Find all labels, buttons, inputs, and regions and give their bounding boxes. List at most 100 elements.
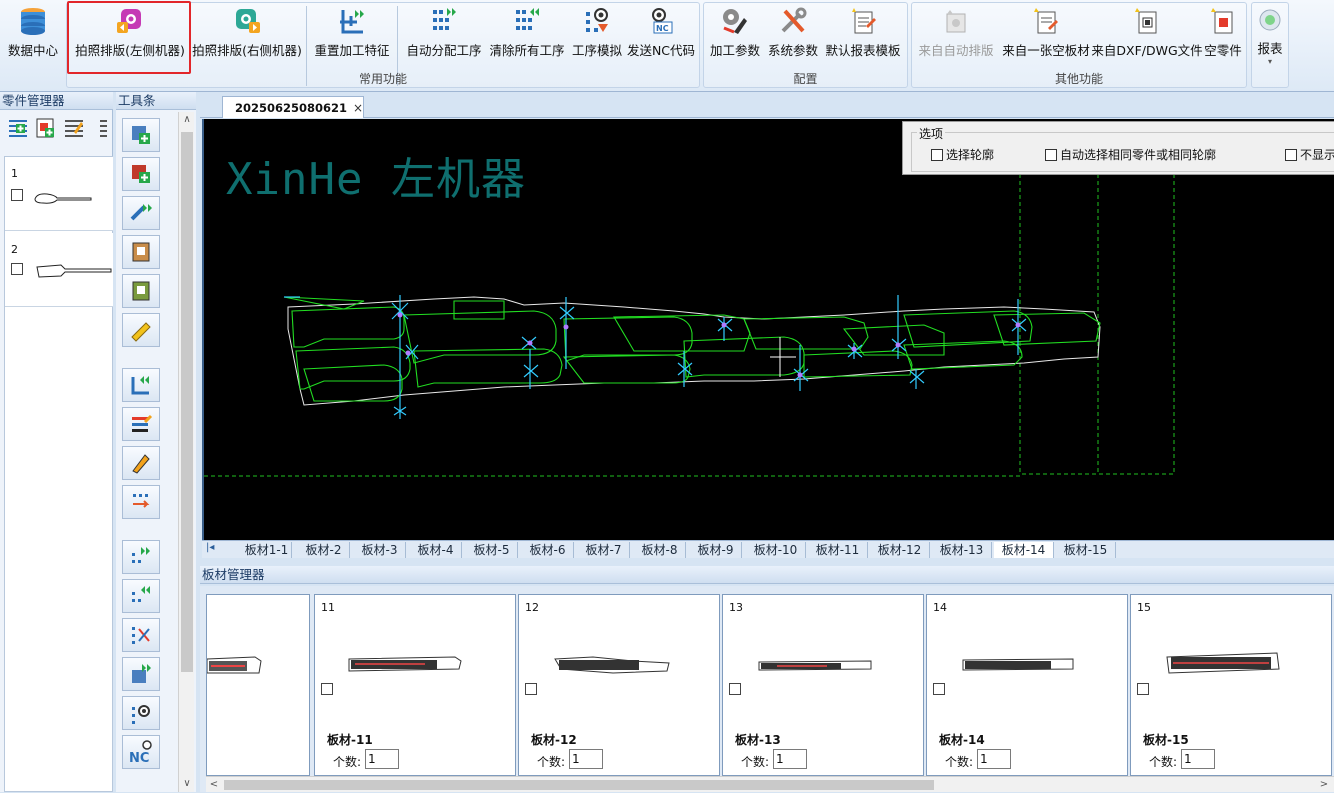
photo-nest-left-button[interactable]: 拍照排版(左侧机器) [72,4,188,66]
sheet-tab[interactable]: 板材-12 [870,542,930,558]
document-tab[interactable]: 20250625080621 × [222,96,364,118]
send-nc-button[interactable]: NC 发送NC代码 [626,4,696,66]
process-params-button[interactable]: 加工参数 [707,4,763,66]
list-part-icon[interactable] [90,115,113,141]
sheet-tab[interactable]: 板材-6 [522,542,574,558]
auto-assign-button[interactable]: 自动分配工序 [403,4,485,66]
clear-process-button[interactable]: 清除所有工序 [486,4,568,66]
sheet-forward-icon [132,664,151,683]
sheet-tab[interactable]: 板材-3 [354,542,406,558]
hide-checkbox[interactable] [1285,148,1297,161]
scroll-left-icon[interactable]: < [206,777,222,793]
auto-path-tool-button[interactable] [122,196,160,230]
sheet-card[interactable]: 15 板材-15 个数: 1 [1130,594,1332,776]
qty-input[interactable]: 1 [1181,749,1215,769]
simulate-tool-button[interactable] [122,696,160,730]
part-outline-tool-button[interactable] [122,274,160,308]
sheet-thumbnail [1166,652,1280,674]
sheet-card-checkbox[interactable] [729,683,741,695]
add-part-icon[interactable] [6,115,30,141]
measure-tool-button[interactable] [122,313,160,347]
from-empty-sheet-button[interactable]: 来自一张空板材 [999,4,1093,66]
nesting-canvas[interactable]: XinHe 左机器 选项 选择轮廓 自动选择相同零件或相同轮廓 不显示 [202,119,1334,540]
qty-input[interactable]: 1 [365,749,399,769]
select-contour-option[interactable]: 选择轮廓 [931,146,994,163]
simulate-tool-icon [132,705,150,724]
sheet-tab[interactable]: 板材1-1 [242,542,292,558]
part-checkbox[interactable] [11,263,23,275]
auto-select-same-option[interactable]: 自动选择相同零件或相同轮廓 [1045,146,1216,163]
group-label-common: 常用功能 [358,72,407,86]
export-tool-button[interactable] [122,485,160,519]
add-sheet-tool-button[interactable] [122,118,160,152]
scroll-down-icon[interactable]: ∨ [179,776,195,792]
sheet-tab[interactable]: 板材-7 [578,542,630,558]
empty-part-button[interactable]: 空零件 [1201,4,1245,66]
color-layer-tool-button[interactable] [122,407,160,441]
part-detail-tool-button[interactable] [122,235,160,269]
sheet-tab[interactable]: 板材-11 [808,542,868,558]
scroll-up-icon[interactable]: ∧ [179,112,195,128]
sheet-forward-tool-button[interactable] [122,657,160,691]
report-button[interactable]: 报表 ▾ [1252,4,1288,66]
sheet-card-checkbox[interactable] [321,683,333,695]
from-auto-nest-button[interactable]: 来自自动排版 [915,4,997,66]
part-checkbox[interactable] [11,189,23,201]
sheet-card[interactable]: 12 板材-12 个数: 1 [518,594,720,776]
list-item[interactable]: 2 [5,233,113,307]
qty-input[interactable]: 1 [773,749,807,769]
nc-tool-button[interactable]: NC [122,735,160,769]
tools-scrollbar[interactable]: ∧ ∨ [178,112,194,792]
scroll-thumb[interactable] [181,132,193,672]
close-icon[interactable]: × [353,101,363,115]
reset-feature-button[interactable]: 重置加工特征 [312,4,392,66]
sort-tool-button[interactable] [122,618,160,652]
clear-tool-button[interactable] [122,579,160,613]
sheet-tab[interactable]: 板材-5 [466,542,518,558]
auto-select-same-checkbox[interactable] [1045,148,1057,161]
sheet-thumbnail [758,660,872,671]
add-part-tool-button[interactable] [122,157,160,191]
list-item[interactable]: 1 [5,157,113,231]
sheet-tab[interactable]: 板材-13 [932,542,992,558]
sheet-card-name: 板材-11 [327,733,373,747]
from-dxf-button[interactable]: 来自DXF/DWG文件 [1091,4,1203,66]
path-back-icon [131,376,149,395]
edit-tool-button[interactable] [122,446,160,480]
simulate-button[interactable]: 工序模拟 [569,4,625,66]
sheet-tab[interactable]: 板材-10 [746,542,806,558]
edit-part-icon[interactable] [62,115,86,141]
sheet-tab[interactable]: 板材-2 [298,542,350,558]
path-back-tool-button[interactable] [122,368,160,402]
sheet-tab[interactable]: 板材-4 [410,542,462,558]
photo-nest-right-button[interactable]: 拍照排版(右侧机器) [190,4,304,66]
sheet-card-checkbox[interactable] [1137,683,1149,695]
sheet-card-partial[interactable] [206,594,310,776]
qty-input[interactable]: 1 [977,749,1011,769]
sheet-tab[interactable]: 板材-9 [690,542,742,558]
report-template-button[interactable]: 默认报表模板 [822,4,904,66]
sheet-card-number: 13 [729,601,743,614]
first-tab-icon[interactable]: |◂ [206,542,214,553]
photo-nest-left-label: 拍照排版(左侧机器) [75,43,185,58]
horizontal-scroll-thumb[interactable] [224,780,934,790]
sheet-tab[interactable]: 板材-8 [634,542,686,558]
sheet-card[interactable]: 14 板材-14 个数: 1 [926,594,1128,776]
system-params-button[interactable]: 系统参数 [765,4,821,66]
scroll-right-icon[interactable]: > [1316,777,1332,793]
auto-assign-tool-button[interactable] [122,540,160,574]
sheet-tab-active[interactable]: 板材-14 [994,542,1054,558]
data-center-button[interactable]: 数据中心 [4,4,62,66]
tools-column: NC [122,118,160,790]
sheet-card-checkbox[interactable] [933,683,945,695]
import-part-icon[interactable] [34,115,58,141]
horizontal-scrollbar[interactable]: < > [206,776,1334,792]
select-contour-checkbox[interactable] [931,148,943,161]
sheet-card[interactable]: 13 板材-13 个数: 1 [722,594,924,776]
hide-option[interactable]: 不显示 [1285,146,1334,163]
sheet-card-checkbox[interactable] [525,683,537,695]
qty-input[interactable]: 1 [569,749,603,769]
process-params-icon [720,6,750,36]
sheet-card[interactable]: 11 板材-11 个数: 1 [314,594,516,776]
sheet-tab[interactable]: 板材-15 [1056,542,1116,558]
